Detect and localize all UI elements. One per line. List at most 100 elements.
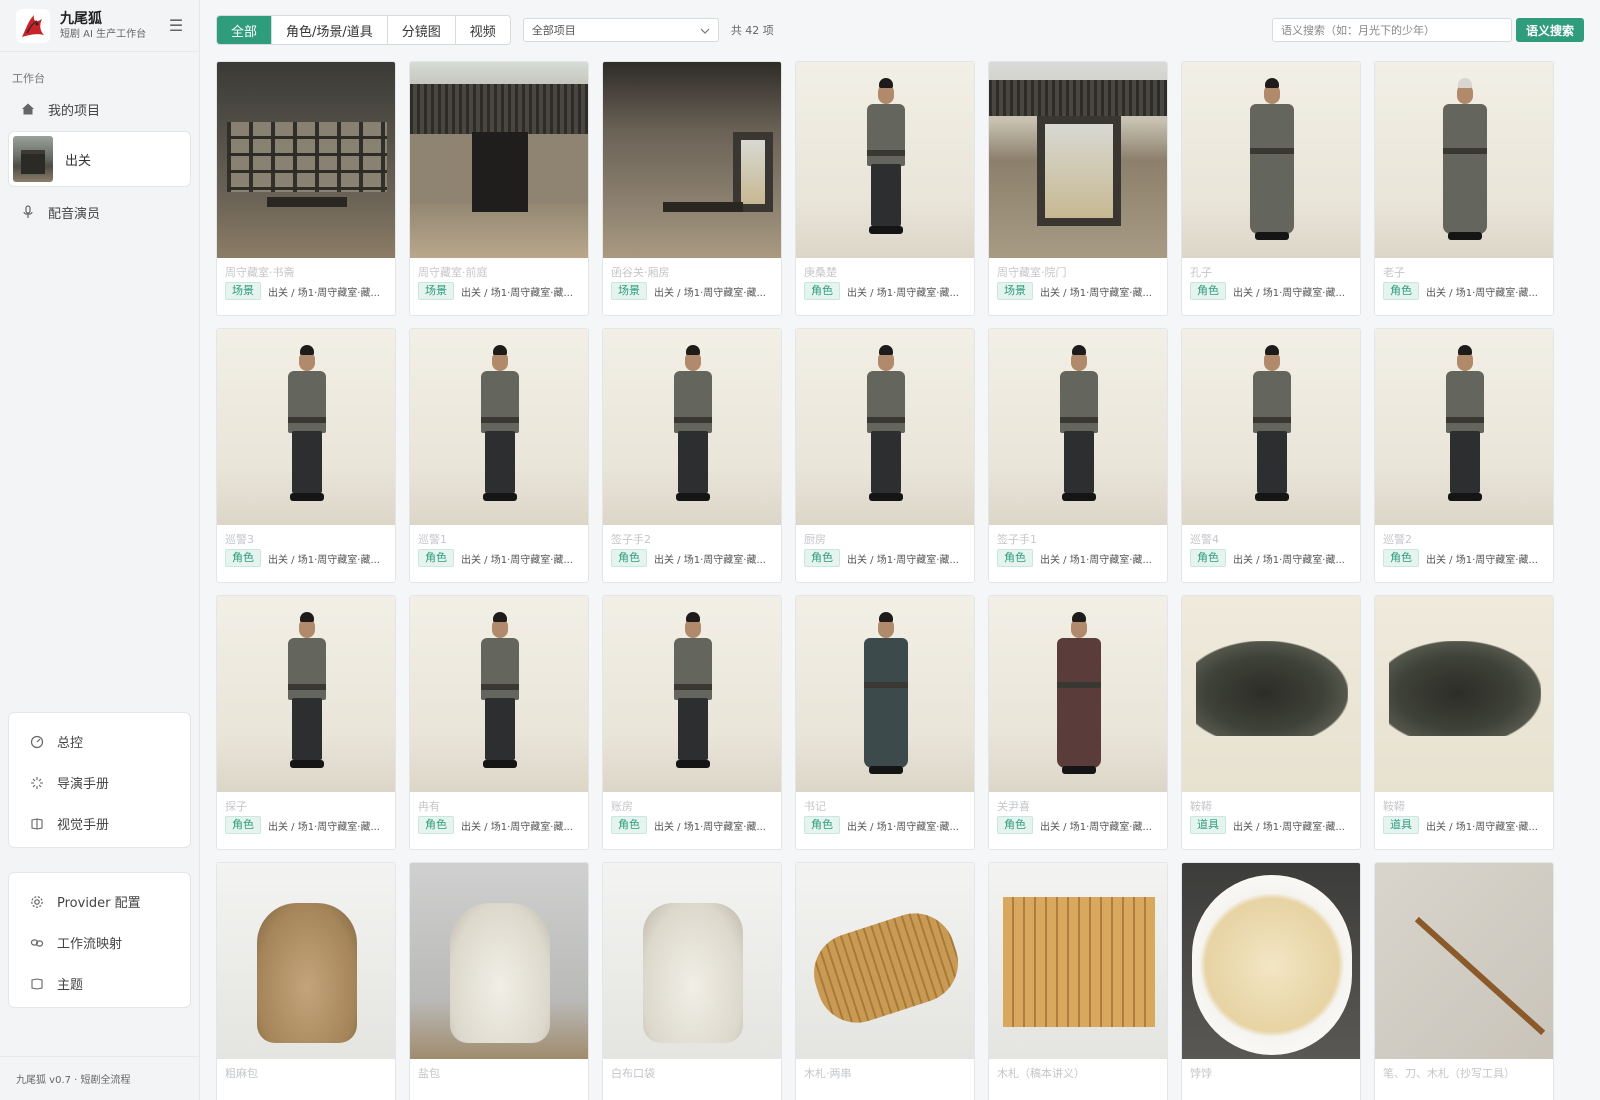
asset-meta: 角色 出关 / 场1·周守藏室·藏... — [217, 547, 395, 567]
sidebar-item-visual-handbook[interactable]: 视觉手册 — [9, 803, 190, 844]
tab-characters-scenes-props[interactable]: 角色/场景/道具 — [272, 16, 388, 44]
asset-title: 庚桑楚 — [804, 266, 837, 279]
asset-type-badge: 场景 — [418, 282, 454, 300]
asset-path: 出关 / 场1·周守藏室·藏... — [268, 821, 380, 833]
asset-path: 出关 / 场1·周守藏室·藏... — [1040, 554, 1152, 566]
section-label-workbench: 工作台 — [12, 72, 45, 85]
sidebar-item-dashboard[interactable]: 总控 — [9, 721, 190, 762]
sidebar-item-workflow-mapping[interactable]: 工作流映射 — [9, 922, 190, 963]
asset-thumbnail — [989, 329, 1167, 525]
tab-storyboard[interactable]: 分镜图 — [388, 16, 456, 44]
asset-card[interactable]: 笔、刀、木札（抄写工具） — [1374, 862, 1554, 1100]
sidebar-item-label: 我的项目 — [48, 103, 101, 119]
asset-thumbnail — [1375, 596, 1553, 792]
asset-type-badge: 角色 — [1190, 549, 1226, 567]
asset-path: 出关 / 场1·周守藏室·藏... — [1040, 821, 1152, 833]
asset-path: 出关 / 场1·周守藏室·藏... — [1040, 287, 1152, 299]
asset-path: 出关 / 场1·周守藏室·藏... — [461, 821, 573, 833]
asset-path: 出关 / 场1·周守藏室·藏... — [461, 554, 573, 566]
asset-thumbnail — [217, 596, 395, 792]
asset-card[interactable]: 签子手1 角色 出关 / 场1·周守藏室·藏... — [988, 328, 1168, 583]
sidebar-item-label: 工作流映射 — [57, 937, 123, 952]
semantic-search-button[interactable]: 语义搜索 — [1515, 18, 1584, 42]
menu-toggle-icon[interactable]: ☰ — [167, 16, 185, 35]
asset-card[interactable]: 冉有 角色 出关 / 场1·周守藏室·藏... — [409, 595, 589, 850]
asset-type-badge: 角色 — [1383, 282, 1419, 300]
asset-thumbnail — [603, 329, 781, 525]
sidebar-item-my-projects[interactable]: 我的项目 — [0, 90, 199, 128]
asset-title: 木札（稿本讲义） — [997, 1067, 1085, 1080]
sidebar-item-theme[interactable]: 主题 — [9, 963, 190, 1004]
asset-thumbnail — [796, 596, 974, 792]
sidebar-item-director-handbook[interactable]: 导演手册 — [9, 762, 190, 803]
asset-path: 出关 / 场1·周守藏室·藏... — [654, 821, 766, 833]
asset-type-badge: 角色 — [225, 549, 261, 567]
sidebar-item-label: 主题 — [57, 978, 84, 993]
asset-card[interactable]: 鞍鞯 道具 出关 / 场1·周守藏室·藏... — [1374, 595, 1554, 850]
asset-path: 出关 / 场1·周守藏室·藏... — [654, 287, 766, 299]
asset-card[interactable]: 周守藏室·书斋 场景 出关 / 场1·周守藏室·藏... — [216, 61, 396, 316]
asset-card[interactable]: 孔子 角色 出关 / 场1·周守藏室·藏... — [1181, 61, 1361, 316]
asset-thumbnail — [1375, 329, 1553, 525]
asset-title: 探子 — [225, 800, 247, 813]
asset-thumbnail — [217, 329, 395, 525]
sidebar-item-label: 总控 — [57, 736, 84, 751]
asset-card[interactable]: 书记 角色 出关 / 场1·周守藏室·藏... — [795, 595, 975, 850]
sparkle-icon — [29, 775, 45, 791]
version-footer: 九尾狐 v0.7 · 短剧全流程 — [0, 1056, 199, 1100]
asset-thumbnail — [410, 62, 588, 258]
asset-card[interactable]: 周守藏室·院门 场景 出关 / 场1·周守藏室·藏... — [988, 61, 1168, 316]
fox-logo-icon — [16, 8, 50, 43]
asset-card[interactable]: 饽饽 — [1181, 862, 1361, 1100]
asset-card[interactable]: 盐包 — [409, 862, 589, 1100]
sidebar-project-chuguan[interactable]: 出关 — [8, 131, 191, 187]
asset-card[interactable]: 关尹喜 角色 出关 / 场1·周守藏室·藏... — [988, 595, 1168, 850]
asset-title: 账房 — [611, 800, 633, 813]
asset-card[interactable]: 探子 角色 出关 / 场1·周守藏室·藏... — [216, 595, 396, 850]
asset-type-badge: 角色 — [611, 549, 647, 567]
asset-card[interactable]: 鞍鞯 道具 出关 / 场1·周守藏室·藏... — [1181, 595, 1361, 850]
asset-meta: 场景 出关 / 场1·周守藏室·藏... — [410, 280, 588, 300]
tab-all[interactable]: 全部 — [217, 16, 273, 44]
sidebar-item-provider-config[interactable]: Provider 配置 — [9, 881, 190, 922]
asset-card[interactable]: 周守藏室·前庭 场景 出关 / 场1·周守藏室·藏... — [409, 61, 589, 316]
asset-card[interactable]: 木札·两串 — [795, 862, 975, 1100]
asset-card[interactable]: 巡警4 角色 出关 / 场1·周守藏室·藏... — [1181, 328, 1361, 583]
asset-card[interactable]: 粗麻包 — [216, 862, 396, 1100]
asset-type-badge: 角色 — [418, 816, 454, 834]
brand-header: 九尾狐 短剧 AI 生产工作台 ☰ — [0, 0, 199, 52]
asset-type-badge: 角色 — [418, 549, 454, 567]
asset-card[interactable]: 巡警3 角色 出关 / 场1·周守藏室·藏... — [216, 328, 396, 583]
asset-card[interactable]: 厨房 角色 出关 / 场1·周守藏室·藏... — [795, 328, 975, 583]
asset-title: 鞍鞯 — [1383, 800, 1405, 813]
sidebar-item-label: 视觉手册 — [57, 818, 110, 833]
palette-icon — [29, 976, 45, 992]
sidebar-item-voice-actors[interactable]: 配音演员 — [0, 193, 199, 231]
asset-card[interactable]: 巡警2 角色 出关 / 场1·周守藏室·藏... — [1374, 328, 1554, 583]
project-select[interactable]: 全部项目 — [522, 18, 719, 42]
asset-path: 出关 / 场1·周守藏室·藏... — [1233, 554, 1345, 566]
asset-card[interactable]: 庚桑楚 角色 出关 / 场1·周守藏室·藏... — [795, 61, 975, 316]
project-thumbnail — [13, 136, 53, 182]
asset-meta: 角色 出关 / 场1·周守藏室·藏... — [796, 280, 974, 300]
asset-type-badge: 场景 — [225, 282, 261, 300]
asset-card[interactable]: 函谷关·厢房 场景 出关 / 场1·周守藏室·藏... — [602, 61, 782, 316]
asset-type-badge: 角色 — [804, 549, 840, 567]
asset-title: 孔子 — [1190, 266, 1212, 279]
asset-card[interactable]: 白布口袋 — [602, 862, 782, 1100]
sidebar-panel-production: 总控 导演手册 视觉手册 — [8, 712, 191, 848]
asset-thumbnail — [1182, 62, 1360, 258]
semantic-search-input[interactable] — [1271, 18, 1512, 42]
asset-meta: 角色 出关 / 场1·周守藏室·藏... — [1375, 280, 1553, 300]
asset-card[interactable]: 账房 角色 出关 / 场1·周守藏室·藏... — [602, 595, 782, 850]
link-icon — [29, 935, 45, 951]
project-select-value: 全部项目 — [531, 24, 576, 37]
sidebar-item-label: 配音演员 — [48, 206, 101, 222]
asset-meta: 场景 出关 / 场1·周守藏室·藏... — [989, 280, 1167, 300]
asset-card[interactable]: 签子手2 角色 出关 / 场1·周守藏室·藏... — [602, 328, 782, 583]
asset-card[interactable]: 老子 角色 出关 / 场1·周守藏室·藏... — [1374, 61, 1554, 316]
asset-card[interactable]: 木札（稿本讲义） — [988, 862, 1168, 1100]
dashboard-icon — [29, 734, 45, 750]
tab-video[interactable]: 视频 — [456, 16, 510, 44]
asset-card[interactable]: 巡警1 角色 出关 / 场1·周守藏室·藏... — [409, 328, 589, 583]
